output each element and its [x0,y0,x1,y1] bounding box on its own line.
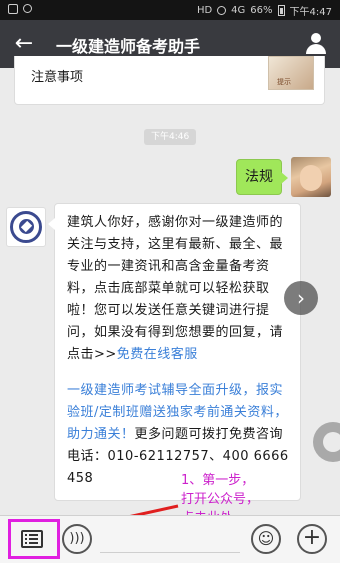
menu-list-icon[interactable] [8,519,60,559]
chat-input-bar: ))) ☺ + [0,515,340,563]
annotation-line-1: 1、第一步， [181,473,255,488]
user-message-bubble[interactable]: 法规 [236,159,288,195]
plus-icon[interactable]: + [297,524,327,554]
status-left-icons [8,4,32,14]
online-service-link[interactable]: 免费在线客服 [117,347,198,362]
emoji-icon[interactable]: ☺ [251,524,281,554]
floating-button[interactable] [313,422,340,462]
battery-percent: 66% [250,5,273,16]
wifi-icon [217,6,227,15]
status-time: 下午4:47 [289,7,332,18]
voice-icon[interactable]: ))) [62,524,92,554]
person-icon[interactable] [304,31,328,57]
status-right: HD 4G 66% 下午4:47 [197,3,332,18]
chat-title: 一级建造师备考助手 [56,37,201,56]
settings-icon [23,4,32,13]
previous-article-card[interactable]: 注意事项 提示 [14,56,325,105]
next-arrow-button[interactable]: › [284,281,318,315]
previous-article-title: 注意事项 [31,70,84,85]
annotation-line-2: 打开公众号， [181,492,260,507]
back-arrow-icon[interactable]: ← [10,30,38,58]
hd-label: HD [196,5,213,16]
status-bar: HD 4G 66% 下午4:47 [0,0,340,20]
user-avatar[interactable] [291,157,331,197]
message-timestamp: 下午4:46 [144,129,197,145]
bot-message-bubble[interactable]: 建筑人你好，感谢你对一级建造师的关注与支持，这里有最新、最全、最专业的一建资讯和… [48,203,301,501]
message-input[interactable] [100,525,240,553]
notification-icon [8,4,18,14]
bot-message-intro: 建筑人你好，感谢你对一级建造师的关注与支持，这里有最新、最全、最专业的一建资讯和… [67,215,284,362]
article-thumbnail: 提示 [268,56,314,90]
battery-icon [277,5,285,16]
article-thumbnail-label: 提示 [277,78,291,86]
bot-message-paragraph-1: 建筑人你好，感谢你对一级建造师的关注与支持，这里有最新、最全、最专业的一建资讯和… [67,212,294,366]
official-account-avatar[interactable] [6,207,46,247]
network-label: 4G [231,5,246,16]
